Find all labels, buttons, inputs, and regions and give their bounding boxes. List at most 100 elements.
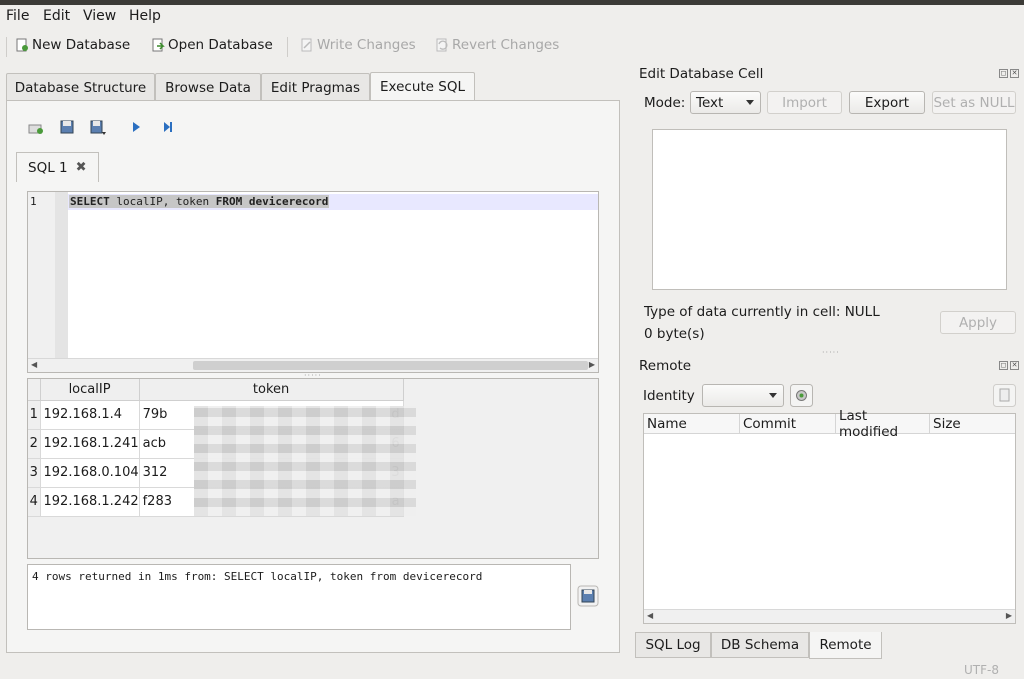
query-message: 4 rows returned in 1ms from: SELECT loca… [32,570,483,583]
float-icon[interactable]: ◻ [999,69,1008,78]
cell-localip[interactable]: 192.168.0.104 [40,458,140,488]
cell-localip[interactable]: 192.168.1.4 [40,400,140,430]
write-changes-label: Write Changes [317,37,416,53]
mode-select[interactable]: Text [690,91,761,114]
chevron-down-icon [769,393,777,398]
remote-horizontal-scrollbar[interactable]: ◀ ▶ [644,609,1015,623]
header-label: Commit [743,415,797,432]
execute-all-icon[interactable] [127,118,145,136]
revert-changes-label: Revert Changes [452,37,560,53]
column-header-token[interactable]: token [139,379,404,401]
encoding-status: UTF-8 [964,663,999,677]
revert-changes-button[interactable]: Revert Changes [435,37,559,53]
column-header-size[interactable]: Size [930,414,1015,434]
identity-select[interactable] [702,384,784,407]
sql-table: devicerecord [242,195,329,208]
cell-editor[interactable] [652,129,1007,290]
fold-margin [55,192,68,358]
execute-current-line-icon[interactable] [159,118,177,136]
new-database-icon [16,38,28,52]
scroll-right-icon[interactable]: ▶ [589,360,595,369]
row-header[interactable]: 4 [28,487,41,517]
apply-label: Apply [958,314,998,331]
apply-button[interactable]: Apply [940,311,1016,334]
editor-horizontal-scrollbar[interactable]: ◀ ▶ [28,358,598,372]
column-header-commit[interactable]: Commit [740,414,836,434]
main-toolbar: New Database Open Database Write Changes… [0,31,1024,61]
float-icon[interactable]: ◻ [999,361,1008,370]
set-null-button[interactable]: Set as NULL [932,91,1016,114]
scroll-left-icon[interactable]: ◀ [647,611,653,620]
token-start: 312 [142,465,168,480]
dock-buttons: ◻ ✕ [999,69,1019,78]
header-label: Last modified [839,407,899,440]
sql-code[interactable]: SELECT localIP, token FROM devicerecord [69,195,330,208]
tab-database-structure[interactable]: Database Structure [6,73,155,101]
new-database-label: New Database [32,37,131,53]
remote-file-list[interactable]: Name Commit Last modified Size ◀ ▶ [643,408,1016,624]
menu-view[interactable]: View [83,8,116,24]
cell-localip[interactable]: 192.168.1.241 [40,429,140,459]
sql-keyword: SELECT [70,195,110,208]
close-dock-icon[interactable]: ✕ [1010,69,1019,78]
export-button[interactable]: Export [849,91,925,114]
open-sql-file-icon[interactable] [58,118,76,136]
sql-editor[interactable]: 1 SELECT localIP, token FROM devicerecor… [27,191,599,373]
tab-label: Browse Data [165,79,251,96]
close-icon[interactable]: ✖ [76,160,87,175]
header-label: Size [933,415,961,432]
identity-settings-icon[interactable] [790,384,813,407]
token-start: acb [142,436,166,451]
save-results-icon[interactable] [577,585,599,607]
row-header[interactable]: 1 [28,400,41,430]
tab-db-schema[interactable]: DB Schema [711,632,809,658]
token-start: f283 [142,494,172,509]
tab-remote[interactable]: Remote [809,632,882,659]
menu-bar: File Edit View Help [0,5,1024,29]
query-message-box[interactable]: 4 rows returned in 1ms from: SELECT loca… [27,564,571,630]
cell-localip[interactable]: 192.168.1.242 [40,487,140,517]
save-sql-file-icon[interactable] [89,118,107,136]
menu-help[interactable]: Help [129,8,161,24]
header-label: Name [647,415,687,432]
tab-label: SQL Log [645,637,701,653]
new-database-button[interactable]: New Database [15,37,130,53]
tab-browse-data[interactable]: Browse Data [155,73,261,101]
corner-header[interactable] [28,379,41,401]
write-changes-button[interactable]: Write Changes [300,37,416,53]
tab-sql-log[interactable]: SQL Log [635,632,711,658]
line-number: 1 [30,195,37,208]
push-database-icon[interactable] [993,384,1016,407]
tab-execute-sql[interactable]: Execute SQL [370,72,475,101]
scrollbar-thumb[interactable] [193,361,588,370]
export-label: Export [864,94,910,111]
open-database-button[interactable]: Open Database [151,37,273,53]
dock-splitter[interactable]: ····· [822,348,840,357]
open-tab-icon[interactable] [27,119,45,137]
scroll-left-icon[interactable]: ◀ [31,360,37,369]
cell-type-info: Type of data currently in cell: NULL [644,304,880,320]
tab-sql-1[interactable]: SQL 1 ✖ [16,152,99,182]
toolbar-handle [6,37,7,57]
toolbar-separator [287,37,288,57]
tab-label: Edit Pragmas [270,79,361,96]
tab-edit-pragmas[interactable]: Edit Pragmas [261,73,370,101]
open-database-icon [152,38,165,52]
menu-edit[interactable]: Edit [43,8,70,24]
column-header-last-modified[interactable]: Last modified [836,408,930,440]
column-header-name[interactable]: Name [644,414,740,434]
tab-label: Remote [819,637,872,653]
import-button[interactable]: Import [767,91,842,114]
menu-file[interactable]: File [6,8,29,24]
open-database-label: Open Database [168,37,273,53]
scroll-right-icon[interactable]: ▶ [1006,611,1012,620]
row-header[interactable]: 2 [28,429,41,459]
edit-cell-title: Edit Database Cell [639,66,764,82]
mode-label: Mode: [644,95,686,111]
line-number-gutter [28,192,55,358]
column-header-localip[interactable]: localIP [40,379,140,401]
row-header[interactable]: 3 [28,458,41,488]
sql-columns: localIP, token [109,195,216,208]
results-grid[interactable]: localIP token 1 192.168.1.4 79bd 2 192.1… [27,378,599,559]
close-dock-icon[interactable]: ✕ [1010,361,1019,370]
